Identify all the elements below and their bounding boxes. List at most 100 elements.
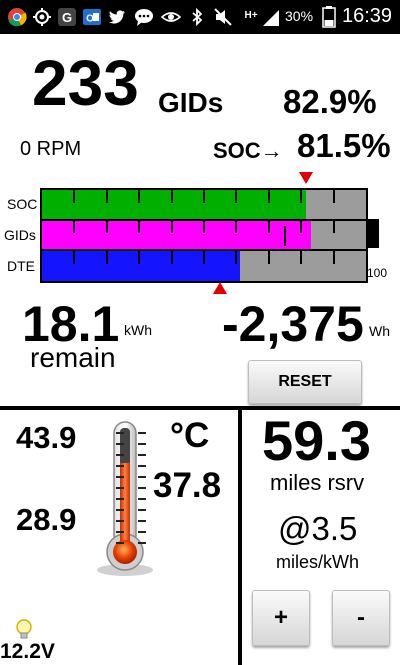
temp-current: 37.8: [153, 466, 222, 505]
soc-percent: 81.5%: [297, 127, 391, 164]
chat-icon: [133, 6, 155, 28]
google-icon: G: [56, 6, 78, 28]
efficiency-unit: miles/kWh: [276, 552, 360, 572]
plus-button[interactable]: +: [252, 590, 310, 646]
bar-tick: [268, 190, 270, 203]
thermometer-tick: [138, 454, 146, 456]
thermometer-tick: [138, 432, 146, 434]
thermometer-tick: [116, 542, 124, 544]
location-icon: [31, 6, 53, 28]
bar-label-gids: GIDs: [4, 227, 36, 243]
thermometer-tick: [138, 531, 146, 533]
bar-label-soc: SOC: [7, 196, 38, 212]
miles-value: 59.3: [262, 409, 371, 472]
thermometer-tick: [116, 498, 124, 500]
thermometer-tick: [138, 443, 146, 445]
lightbulb-icon: [14, 618, 34, 642]
battery-terminal: [366, 219, 379, 248]
thermometer-tick: [138, 465, 146, 467]
bar-tick: [138, 251, 140, 264]
reset-button[interactable]: RESET: [248, 360, 362, 404]
soc-indicator-line: [284, 226, 286, 246]
bar-tick: [171, 220, 173, 233]
thermometer-tick: [138, 520, 146, 522]
thermometer-tick: [138, 498, 146, 500]
bar-tick: [73, 251, 75, 264]
soc-label: SOC→: [213, 138, 283, 163]
bar-tick: [333, 190, 335, 203]
gids-unit: GIDs: [158, 87, 224, 118]
thermometer-icon: [92, 418, 162, 578]
soc-marker: [299, 172, 313, 184]
thermometer-tick: [116, 487, 124, 489]
signal-icon: [260, 6, 282, 28]
thermometer-tick: [116, 531, 124, 533]
bar-tick: [268, 251, 270, 264]
wh-value: -2,375: [222, 296, 364, 352]
bar-tick: [333, 220, 335, 233]
clock-time: 16:39: [342, 5, 393, 27]
bar-ticks: [42, 190, 366, 281]
temp-low: 28.9: [16, 502, 77, 537]
bar-tick: [73, 220, 75, 233]
wh-unit: Wh: [369, 323, 390, 339]
voltage-readout: 12.2V: [0, 640, 55, 663]
svg-text:O: O: [86, 14, 94, 25]
rpm-readout: 0 RPM: [20, 138, 82, 160]
bar-tick: [203, 251, 205, 264]
thermometer-tick: [116, 454, 124, 456]
thermometer-tick: [116, 476, 124, 478]
network-icon: H+: [244, 9, 258, 21]
efficiency-value: @3.5: [278, 510, 358, 547]
remain-label: remain: [30, 342, 116, 373]
bar-tick: [300, 251, 302, 264]
bar-tick: [203, 220, 205, 233]
bar-tick: [73, 190, 75, 203]
bar-tick: [203, 190, 205, 203]
thermometer-tick: [138, 487, 146, 489]
thermometer-tick: [116, 520, 124, 522]
chrome-icon: [6, 6, 28, 28]
outlook-icon: O: [81, 6, 103, 28]
gids-percent: 82.9%: [283, 83, 377, 120]
temp-high: 43.9: [16, 420, 77, 455]
bar-tick: [235, 190, 237, 203]
bar-label-dte: DTE: [7, 258, 35, 274]
gids-value: 233: [32, 47, 139, 119]
bar-tick: [268, 220, 270, 233]
twitter-icon: [106, 6, 128, 28]
bar-tick: [333, 251, 335, 264]
bar-tick: [235, 251, 237, 264]
status-bar: G O H+ 30% 16:39: [0, 0, 400, 34]
bar-tick: [300, 190, 302, 203]
bluetooth-icon: [186, 6, 208, 28]
miles-label: miles rsrv: [270, 470, 365, 495]
thermometer-tick: [116, 509, 124, 511]
thermometer-tick: [138, 476, 146, 478]
dte-marker: [213, 282, 227, 294]
thermometer-tick: [116, 465, 124, 467]
thermometer-tick: [116, 443, 124, 445]
thermometer-tick: [138, 509, 146, 511]
svg-text:G: G: [62, 10, 72, 25]
bar-tick: [106, 251, 108, 264]
temp-unit: °C: [170, 416, 210, 455]
kwh-unit: kWh: [124, 322, 152, 338]
eye-icon: [160, 6, 182, 28]
bar-tick: [106, 190, 108, 203]
bar-tick: [300, 220, 302, 233]
battery-percent: 30%: [285, 8, 314, 24]
bar-scale-max: 100: [367, 266, 388, 280]
thermometer-tick: [116, 432, 124, 434]
bar-tick: [138, 190, 140, 203]
battery-icon: [318, 6, 340, 28]
thermometer-tick: [138, 542, 146, 544]
bar-tick: [171, 190, 173, 203]
bar-tick: [106, 220, 108, 233]
bar-tick: [235, 220, 237, 233]
mute-icon: [212, 6, 234, 28]
bar-tick: [171, 251, 173, 264]
minus-button[interactable]: -: [332, 590, 390, 646]
vertical-divider: [238, 406, 242, 665]
bar-tick: [138, 220, 140, 233]
